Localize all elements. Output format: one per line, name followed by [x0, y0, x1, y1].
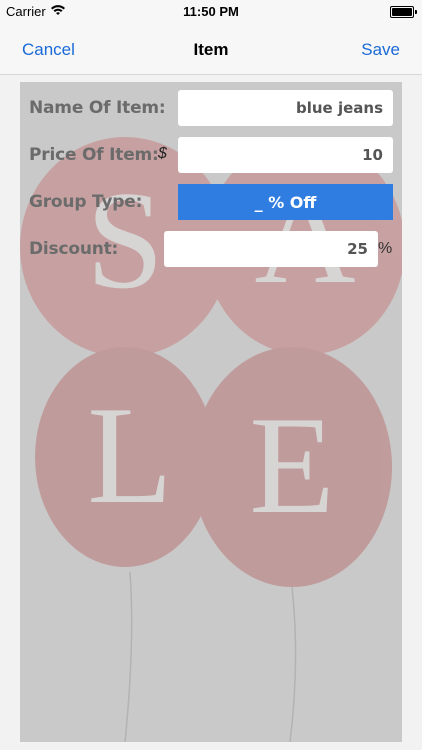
- name-input[interactable]: [178, 90, 393, 126]
- group-type-button[interactable]: _ % Off: [178, 184, 393, 220]
- price-label: Price Of Item:: [29, 145, 159, 165]
- discount-input[interactable]: [164, 231, 378, 267]
- balloon-string: [124, 571, 133, 742]
- name-label: Name Of Item:: [29, 98, 166, 118]
- sale-balloons-background: S A L E: [20, 137, 402, 742]
- save-button[interactable]: Save: [361, 40, 400, 60]
- status-bar: Carrier 11:50 PM: [0, 0, 422, 22]
- status-time: 11:50 PM: [183, 4, 239, 19]
- discount-label: Discount:: [29, 239, 119, 259]
- page-title: Item: [193, 40, 229, 59]
- item-form-panel: S A L E Name Of Item: Price Of Item: $ G…: [20, 82, 402, 742]
- navigation-bar: Cancel Item Save: [0, 22, 422, 75]
- balloon-letter-l: L: [87, 378, 173, 533]
- percent-symbol: %: [378, 240, 393, 257]
- battery-icon: [390, 6, 417, 18]
- currency-symbol: $: [158, 145, 167, 162]
- group-type-label: Group Type:: [29, 192, 143, 212]
- balloon-string: [289, 586, 297, 742]
- balloon-letter-e: E: [249, 388, 335, 543]
- price-input[interactable]: [178, 137, 393, 173]
